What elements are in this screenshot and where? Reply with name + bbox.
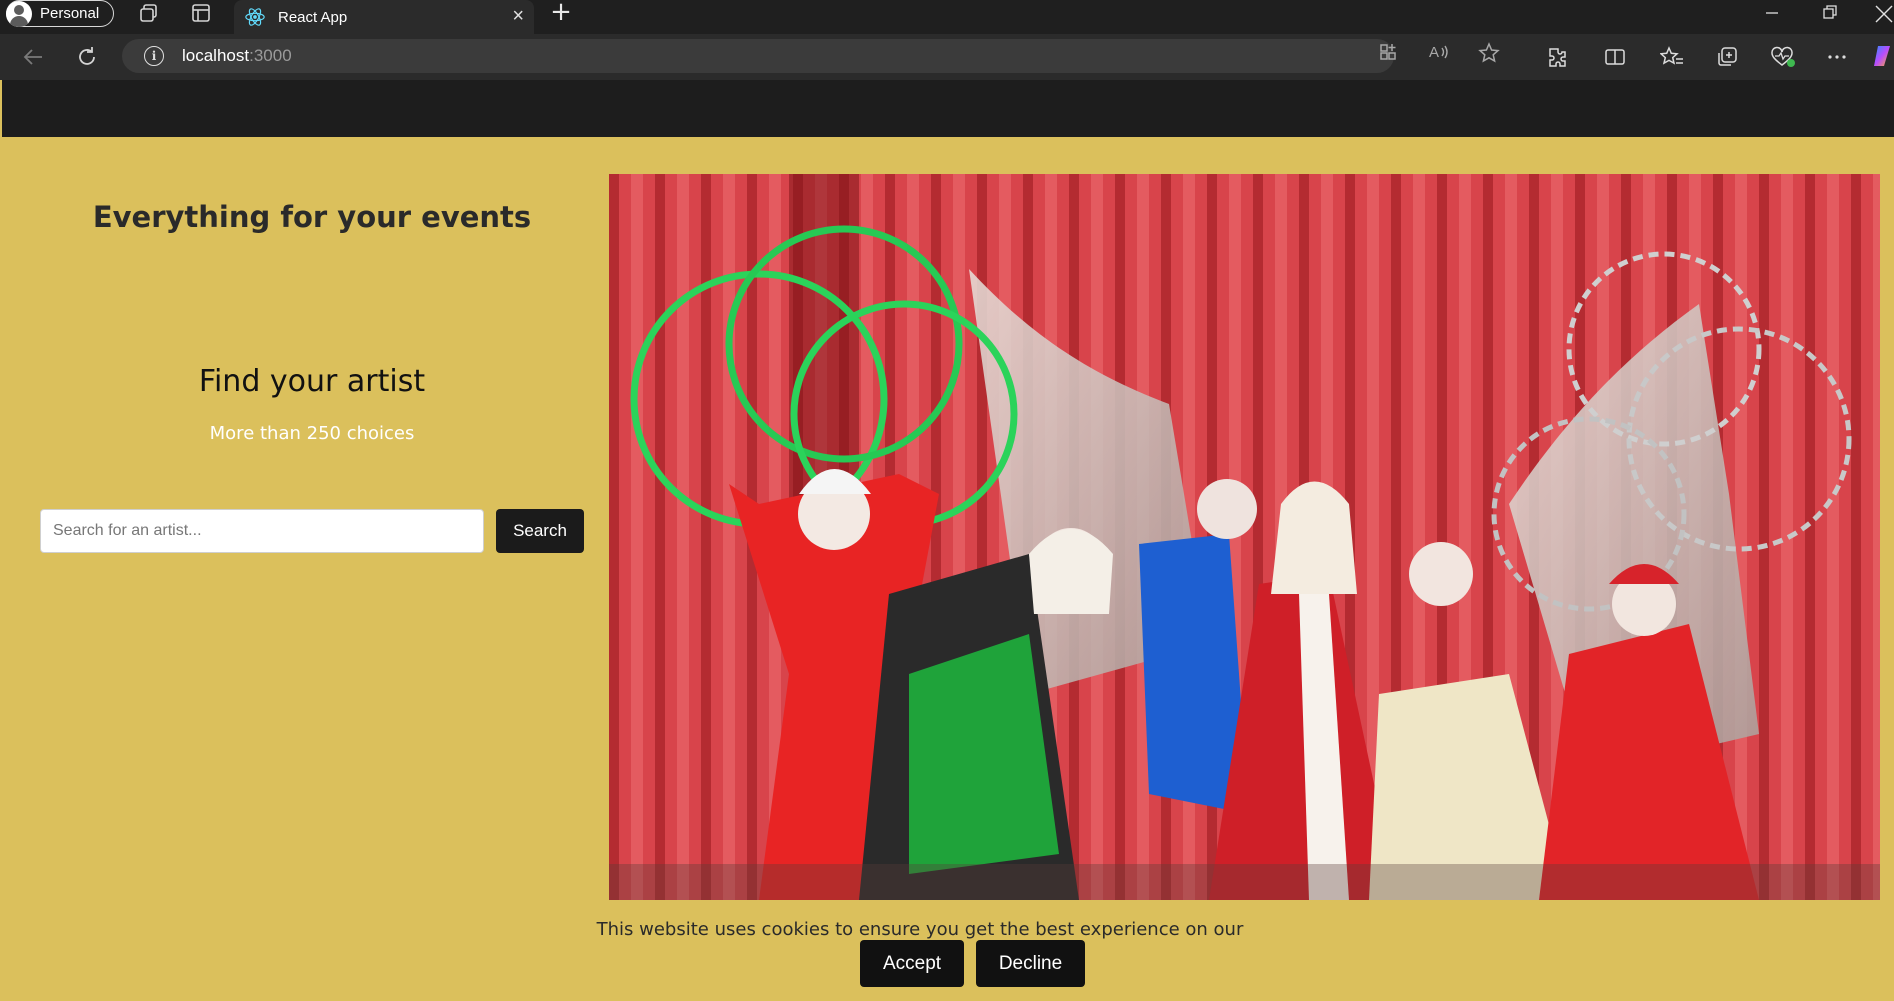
minimize-icon[interactable] [1764, 0, 1780, 30]
performers-photo [609, 174, 1880, 900]
favorites-icon[interactable] [1659, 46, 1684, 73]
tab-react-app[interactable]: React App × [234, 0, 534, 34]
page-title: Everything for your events [92, 200, 532, 234]
profile-button[interactable]: Personal [6, 0, 114, 27]
address-bar[interactable]: i localhost:3000 [122, 39, 1394, 73]
artist-search-input[interactable] [40, 509, 484, 553]
back-icon[interactable] [18, 42, 48, 72]
close-tab-icon[interactable]: × [512, 5, 524, 28]
hero-image [609, 174, 1880, 900]
browser-essentials-icon[interactable] [1770, 46, 1796, 73]
read-aloud-icon[interactable]: A [1428, 42, 1450, 67]
workspaces-icon[interactable] [136, 0, 162, 26]
browser-tab-bar: Personal React App × + [0, 0, 1894, 34]
collections-icon[interactable] [1716, 46, 1738, 73]
site-header [2, 80, 1894, 137]
favorite-star-icon[interactable] [1478, 42, 1500, 69]
extensions-icon[interactable] [1546, 46, 1568, 73]
find-artist-heading: Find your artist [198, 364, 426, 399]
new-tab-icon[interactable]: + [548, 0, 574, 26]
tab-actions-icon[interactable] [188, 0, 214, 26]
refresh-icon[interactable] [72, 42, 102, 72]
close-window-icon[interactable] [1874, 0, 1894, 30]
copilot-icon[interactable] [1872, 44, 1894, 73]
restore-icon[interactable] [1822, 0, 1838, 30]
split-screen-icon[interactable] [1604, 46, 1626, 73]
url-host: localhost [182, 46, 250, 65]
more-options-icon[interactable] [1826, 46, 1848, 73]
profile-label: Personal [40, 5, 100, 22]
avatar-icon [6, 0, 32, 27]
cookie-accept-button[interactable]: Accept [860, 940, 964, 987]
cookie-decline-button[interactable]: Decline [976, 940, 1085, 987]
choices-subtitle: More than 250 choices [209, 423, 415, 444]
app-available-icon[interactable] [1378, 42, 1398, 67]
search-button[interactable]: Search [496, 509, 584, 553]
tab-title: React App [278, 8, 348, 26]
react-favicon-icon [245, 8, 265, 26]
site-info-icon[interactable]: i [144, 46, 164, 66]
url-port: :3000 [249, 46, 292, 65]
svg-text:A: A [1429, 44, 1439, 61]
